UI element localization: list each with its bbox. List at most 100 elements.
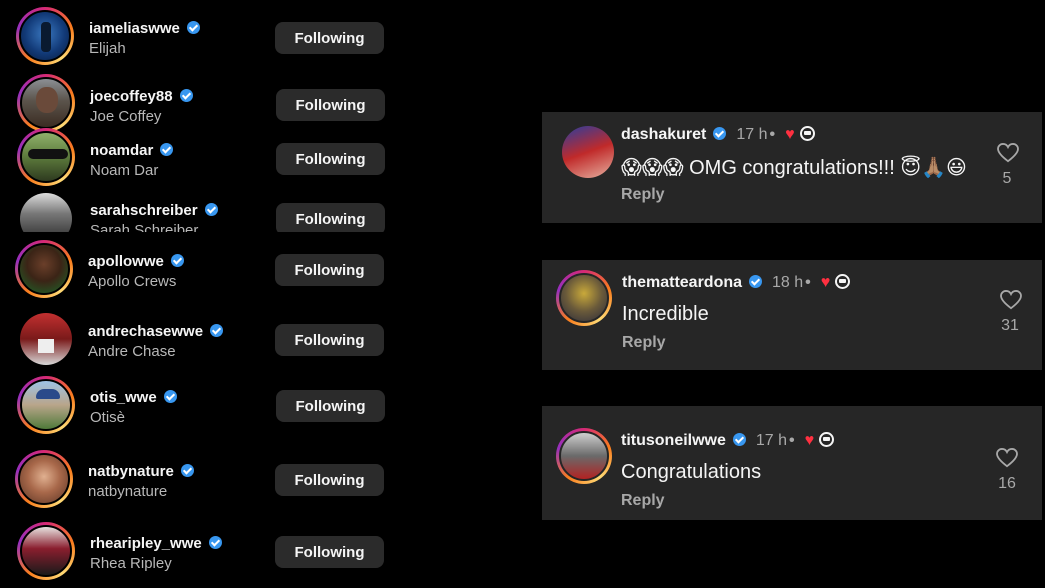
separator-dot: • <box>805 274 811 291</box>
avatar[interactable] <box>560 124 616 180</box>
following-row[interactable]: natbynature natbynature Following <box>0 449 400 511</box>
full-name: Andre Chase <box>88 343 176 360</box>
username[interactable]: rhearipley_wwe <box>90 535 222 552</box>
following-row[interactable]: sarahschreiber Sarah Schreiber Following <box>0 188 400 232</box>
separator-dot: • <box>789 432 795 449</box>
verified-badge-icon <box>749 275 763 288</box>
full-name: Noam Dar <box>90 162 159 179</box>
username[interactable]: joecoffey88 <box>90 88 193 105</box>
reply-button[interactable]: Reply <box>622 334 666 352</box>
comment-username[interactable]: titusoneilwwe 17 h • ♥ <box>621 432 835 450</box>
username-text[interactable]: andrechasewwe <box>88 323 203 340</box>
verified-badge-icon <box>732 433 746 446</box>
following-button[interactable]: Following <box>275 536 384 568</box>
following-button[interactable]: Following <box>275 22 384 54</box>
username-text[interactable]: natbynature <box>88 463 174 480</box>
full-name: Elijah <box>89 40 126 57</box>
like-heart-icon[interactable] <box>997 143 1019 163</box>
username[interactable]: natbynature <box>88 463 194 480</box>
comment-text: Congratulations <box>621 461 762 483</box>
avatar[interactable] <box>17 128 75 186</box>
avatar[interactable] <box>15 240 73 298</box>
like-count: 16 <box>998 475 1016 492</box>
full-name: Sarah Schreiber <box>90 222 199 232</box>
comment-time: 18 h <box>772 274 804 291</box>
following-button[interactable]: Following <box>276 203 385 232</box>
avatar[interactable] <box>17 310 75 368</box>
avatar[interactable] <box>556 270 612 326</box>
following-button[interactable]: Following <box>275 324 384 356</box>
full-name: Joe Coffey <box>90 108 162 125</box>
following-button[interactable]: Following <box>276 143 385 175</box>
verified-badge-icon <box>170 254 184 267</box>
full-name: natbynature <box>88 483 168 500</box>
username-text[interactable]: apollowwe <box>88 253 164 270</box>
username-text[interactable]: titusoneilwwe <box>621 432 726 449</box>
username-text[interactable]: joecoffey88 <box>90 88 173 105</box>
following-row[interactable]: iameliaswwe Elijah Following <box>0 6 400 68</box>
following-button[interactable]: Following <box>275 254 384 286</box>
comment-username[interactable]: dashakuret 17 h • ♥ <box>621 126 815 144</box>
full-name: Rhea Ripley <box>90 555 172 572</box>
following-row[interactable]: otis_wwe Otisè Following <box>0 375 400 437</box>
username-text[interactable]: sarahschreiber <box>90 202 198 219</box>
verified-badge-icon <box>160 143 174 156</box>
verified-badge-icon <box>180 464 194 477</box>
following-row[interactable]: noamdar Noam Dar Following <box>0 128 400 190</box>
comment-card: dashakuret 17 h • ♥ 😱😱😱 OMG congratulations… <box>542 112 1042 223</box>
username[interactable]: andrechasewwe <box>88 323 224 340</box>
comment-time: 17 h <box>755 432 788 449</box>
like-heart-icon[interactable] <box>1000 290 1022 310</box>
comment-username[interactable]: thematteardona 18 h • ♥ <box>622 274 851 292</box>
username-text[interactable]: dashakuret <box>621 126 706 143</box>
following-row[interactable]: apollowwe Apollo Crews Following <box>0 239 400 301</box>
creator-avatar-icon <box>819 432 835 447</box>
username[interactable]: iameliaswwe <box>89 20 200 37</box>
username-text[interactable]: iameliaswwe <box>89 20 180 37</box>
verified-badge-icon <box>208 536 222 549</box>
avatar[interactable] <box>16 7 74 65</box>
creator-liked-heart-icon: ♥ <box>804 432 815 449</box>
following-row[interactable]: andrechasewwe Andre Chase Following <box>0 309 400 371</box>
creator-liked-heart-icon: ♥ <box>820 274 831 291</box>
comment-text: 😱😱😱 OMG congratulations!!! 😇🙏🏽😃 <box>621 157 967 179</box>
verified-badge-icon <box>179 89 193 102</box>
username-text[interactable]: thematteardona <box>622 274 742 291</box>
verified-badge-icon <box>163 390 177 403</box>
following-row[interactable]: rhearipley_wwe Rhea Ripley Following <box>0 521 400 583</box>
avatar[interactable] <box>17 522 75 580</box>
verified-badge-icon <box>210 324 224 337</box>
creator-avatar-icon <box>799 126 815 141</box>
username-text[interactable]: rhearipley_wwe <box>90 535 202 552</box>
avatar[interactable] <box>17 376 75 434</box>
verified-badge-icon <box>186 21 200 34</box>
username[interactable]: noamdar <box>90 142 174 159</box>
following-button[interactable]: Following <box>276 89 385 121</box>
following-button[interactable]: Following <box>276 390 385 422</box>
username-text[interactable]: otis_wwe <box>90 389 157 406</box>
username[interactable]: apollowwe <box>88 253 184 270</box>
creator-liked-heart-icon: ♥ <box>785 126 795 143</box>
avatar[interactable] <box>17 74 75 132</box>
reply-button[interactable]: Reply <box>621 492 665 510</box>
like-count: 5 <box>1002 170 1012 187</box>
comment-time: 17 h <box>736 126 768 143</box>
comment-text: Incredible <box>622 303 709 325</box>
comment-card: titusoneilwwe 17 h • ♥ Congratulations Repl… <box>542 406 1042 520</box>
avatar[interactable] <box>17 190 75 232</box>
separator-dot: • <box>769 126 776 143</box>
like-heart-icon[interactable] <box>996 448 1018 468</box>
username-text[interactable]: noamdar <box>90 142 153 159</box>
full-name: Otisè <box>90 409 126 426</box>
like-count: 31 <box>1001 317 1019 334</box>
avatar[interactable] <box>15 450 73 508</box>
comment-card: thematteardona 18 h • ♥ Incredible Reply 31 <box>542 260 1042 370</box>
following-row[interactable]: joecoffey88 Joe Coffey Following <box>0 74 400 136</box>
reply-button[interactable]: Reply <box>621 186 665 204</box>
username[interactable]: sarahschreiber <box>90 202 218 219</box>
username[interactable]: otis_wwe <box>90 389 177 406</box>
creator-avatar-icon <box>835 274 851 289</box>
following-button[interactable]: Following <box>275 464 384 496</box>
avatar[interactable] <box>556 428 612 484</box>
verified-badge-icon <box>204 203 218 216</box>
